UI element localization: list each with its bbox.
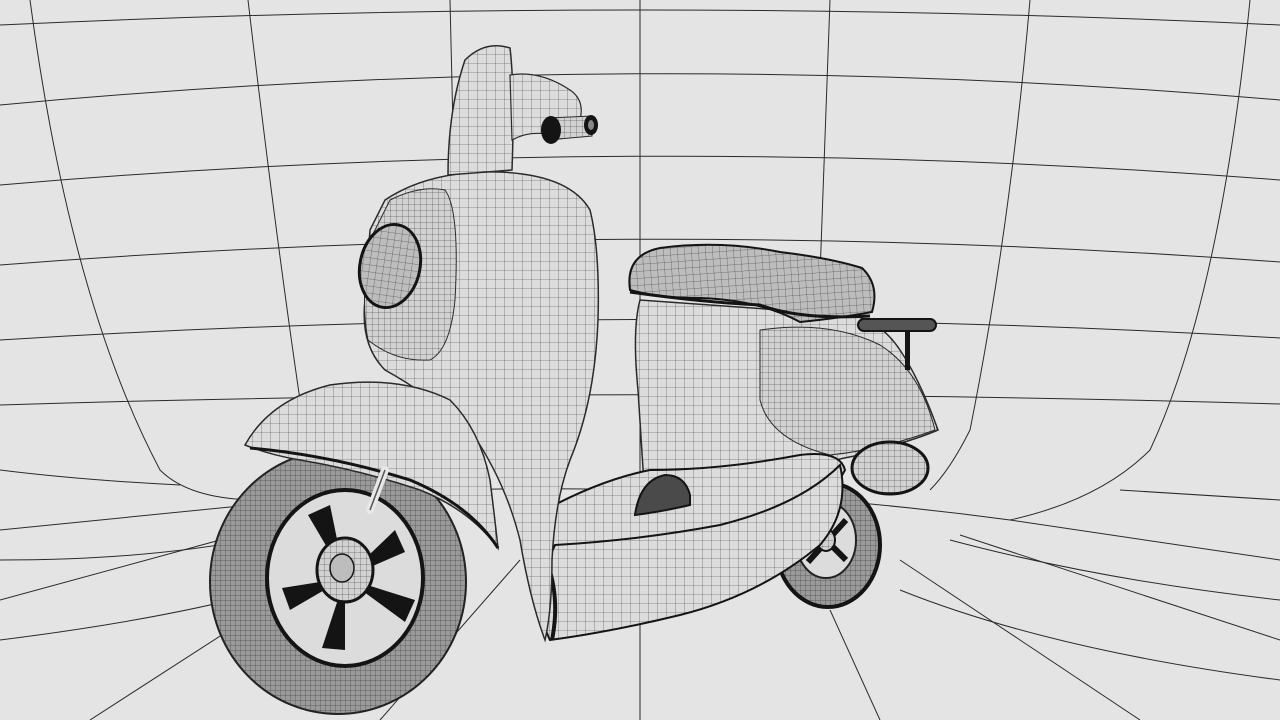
render-viewport: [0, 0, 1280, 720]
wireframe-scene: [0, 0, 1280, 720]
handlebar: [447, 45, 598, 176]
floorboard: [540, 453, 847, 642]
